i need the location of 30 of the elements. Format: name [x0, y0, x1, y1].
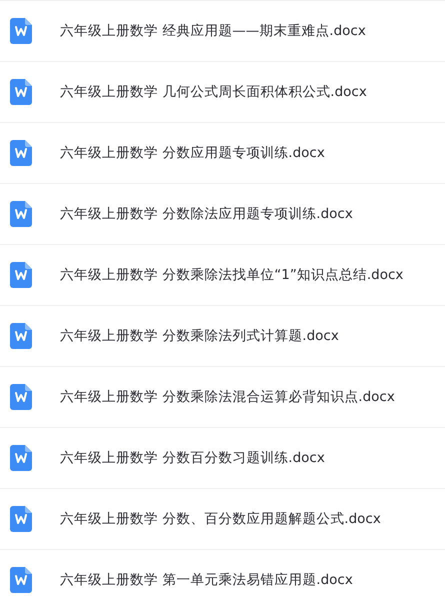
file-name: 六年级上册数学 分数、百分数应用题解题公式.docx — [60, 510, 381, 528]
document-icon — [10, 79, 32, 105]
document-icon — [10, 140, 32, 166]
document-icon — [10, 323, 32, 349]
file-row[interactable]: 六年级上册数学 经典应用题——期末重难点.docx — [0, 0, 445, 61]
file-name: 六年级上册数学 经典应用题——期末重难点.docx — [60, 22, 366, 40]
file-row[interactable]: 六年级上册数学 分数乘除法找单位“1”知识点总结.docx — [0, 244, 445, 305]
document-icon — [10, 18, 32, 44]
file-row[interactable]: 六年级上册数学 第一单元乘法易错应用题.docx — [0, 549, 445, 607]
file-name: 六年级上册数学 第一单元乘法易错应用题.docx — [60, 571, 353, 589]
file-name: 六年级上册数学 几何公式周长面积体积公式.docx — [60, 83, 367, 101]
file-row[interactable]: 六年级上册数学 分数乘除法列式计算题.docx — [0, 305, 445, 366]
file-row[interactable]: 六年级上册数学 分数、百分数应用题解题公式.docx — [0, 488, 445, 549]
file-row[interactable]: 六年级上册数学 分数乘除法混合运算必背知识点.docx — [0, 366, 445, 427]
document-icon — [10, 445, 32, 471]
document-icon — [10, 201, 32, 227]
file-name: 六年级上册数学 分数乘除法列式计算题.docx — [60, 327, 339, 345]
file-name: 六年级上册数学 分数应用题专项训练.docx — [60, 144, 325, 162]
file-row[interactable]: 六年级上册数学 分数百分数习题训练.docx — [0, 427, 445, 488]
file-name: 六年级上册数学 分数乘除法混合运算必背知识点.docx — [60, 388, 395, 406]
file-name: 六年级上册数学 分数百分数习题训练.docx — [60, 449, 325, 467]
document-icon — [10, 506, 32, 532]
document-icon — [10, 262, 32, 288]
document-icon — [10, 384, 32, 410]
file-row[interactable]: 六年级上册数学 几何公式周长面积体积公式.docx — [0, 61, 445, 122]
file-row[interactable]: 六年级上册数学 分数应用题专项训练.docx — [0, 122, 445, 183]
document-icon — [10, 567, 32, 593]
file-name: 六年级上册数学 分数除法应用题专项训练.docx — [60, 205, 353, 223]
file-row[interactable]: 六年级上册数学 分数除法应用题专项训练.docx — [0, 183, 445, 244]
file-name: 六年级上册数学 分数乘除法找单位“1”知识点总结.docx — [60, 266, 404, 284]
